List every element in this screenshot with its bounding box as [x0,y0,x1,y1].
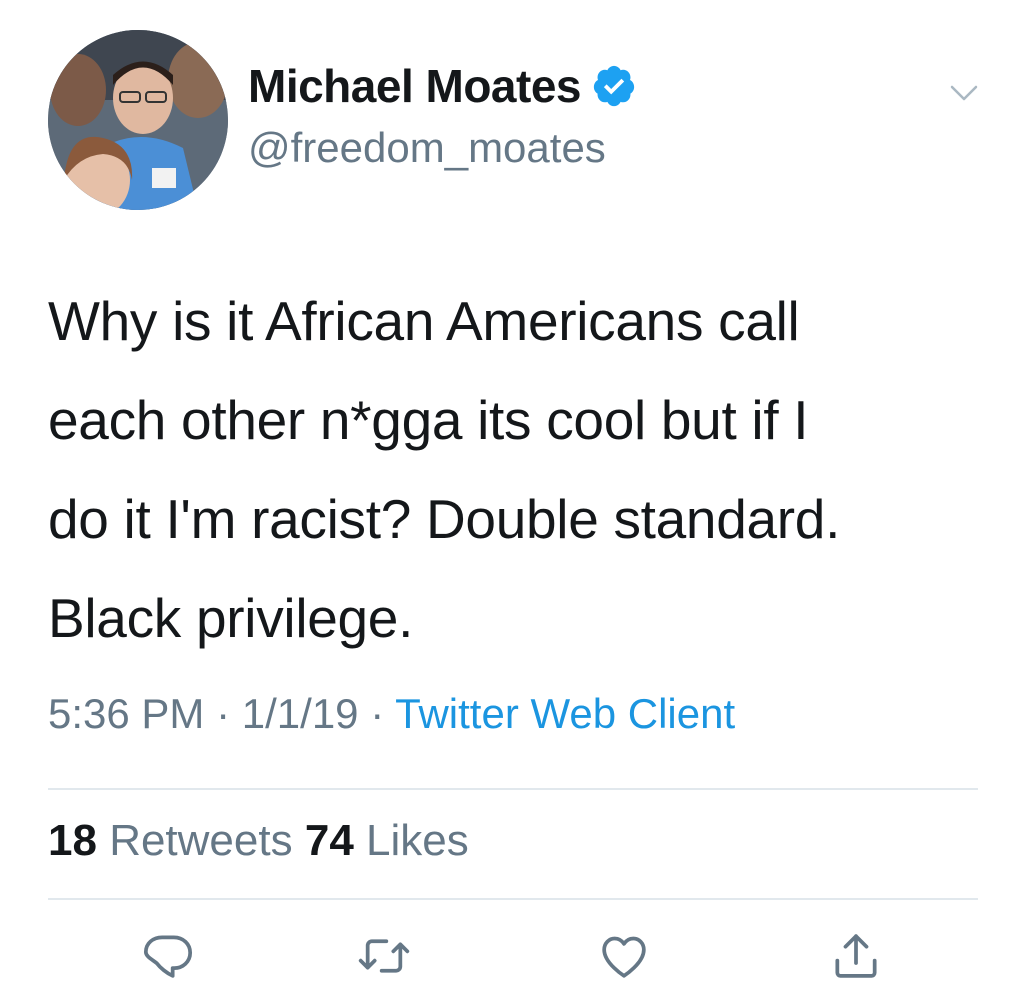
author-display-name[interactable]: Michael Moates [248,59,582,113]
avatar-photo [48,30,228,210]
author-name-row: Michael Moates [248,58,637,114]
likes-count: 74 [304,816,354,865]
retweets-stat[interactable]: 18 Retweets [48,816,293,865]
tweet-text-line: Why is it African Americans call [48,290,800,352]
retweets-count: 18 [48,816,97,865]
tweet-text-line: Black privilege. [48,587,414,649]
tweet-stats: 18 Retweets 74 Likes [48,816,469,866]
author-handle[interactable]: @freedom_moates [248,124,606,172]
tweet-meta: 5:36 PM · 1/1/19 · Twitter Web Client [48,690,735,738]
tweet-date[interactable]: 1/1/19 [242,690,359,737]
retweet-icon[interactable] [356,928,412,984]
tweet-text: Why is it African Americans call each ot… [48,272,988,668]
tweet-time[interactable]: 5:36 PM [48,690,204,737]
reply-icon[interactable] [140,928,196,984]
heart-icon[interactable] [596,928,652,984]
divider [48,898,978,900]
likes-label: Likes [366,816,469,865]
avatar[interactable] [48,30,228,210]
tweet-text-line: each other n*gga its cool but if I [48,389,809,451]
verified-badge-icon [591,63,637,109]
likes-stat[interactable]: 74 Likes [305,816,469,865]
tweet-text-line: do it I'm racist? Double standard. [48,488,841,550]
retweets-label: Retweets [109,816,293,865]
meta-separator: · [216,690,231,737]
meta-separator: · [370,690,385,737]
share-icon[interactable] [828,928,884,984]
chevron-down-icon[interactable] [944,72,984,112]
tweet-card: Michael Moates @freedom_moates Why is it… [0,0,1024,1006]
tweet-source-link[interactable]: Twitter Web Client [395,690,735,737]
divider [48,788,978,790]
